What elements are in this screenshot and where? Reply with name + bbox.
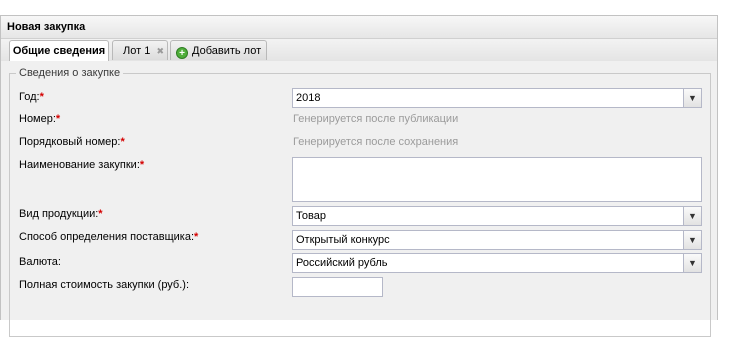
year-label: Год:* — [19, 91, 44, 103]
fieldset-legend: Сведения о закупке — [19, 67, 121, 79]
tab-add-lot-label: Добавить лот — [192, 45, 262, 57]
number-label: Номер:* — [19, 113, 61, 125]
tab-lot-1-label: Лот 1 — [123, 45, 151, 57]
required-mark: * — [194, 231, 199, 243]
currency-value: Российский рубль — [296, 257, 388, 269]
product-type-value: Товар — [296, 210, 326, 222]
total-cost-input[interactable] — [292, 277, 383, 297]
required-mark: * — [139, 159, 145, 171]
required-mark: * — [120, 136, 125, 148]
number-hint: Генерируется после публикации — [293, 113, 459, 125]
close-icon[interactable]: ✖ — [156, 41, 164, 61]
name-label: Наименование закупки:* — [19, 159, 145, 171]
seq-number-hint: Генерируется после сохранения — [293, 136, 459, 148]
total-cost-label: Полная стоимость закупки (руб.): — [19, 279, 190, 291]
tab-bar: Общие сведения Лот 1 ✖ + Добавить лот — [1, 39, 717, 62]
supplier-method-select[interactable]: Открытый конкурс ▼ — [292, 230, 702, 250]
required-mark: * — [98, 208, 103, 220]
required-mark: * — [39, 91, 44, 103]
chevron-down-icon[interactable]: ▼ — [683, 254, 701, 272]
panel-title: Новая закупка — [1, 16, 717, 39]
required-mark: * — [55, 113, 61, 125]
currency-select[interactable]: Российский рубль ▼ — [292, 253, 702, 273]
product-type-label: Вид продукции:* — [19, 208, 103, 220]
year-value: 2018 — [296, 92, 321, 104]
tab-general[interactable]: Общие сведения — [9, 40, 109, 62]
currency-label: Валюта: — [19, 256, 61, 268]
tab-general-label: Общие сведения — [12, 45, 106, 57]
method-value: Открытый конкурс — [296, 234, 390, 246]
method-label: Способ определения поставщика:* — [19, 231, 199, 243]
add-icon: + — [176, 47, 188, 59]
product-type-select[interactable]: Товар ▼ — [292, 206, 702, 226]
chevron-down-icon[interactable]: ▼ — [683, 207, 701, 225]
tab-add-lot[interactable]: + Добавить лот — [170, 40, 267, 60]
tab-lot-1[interactable]: Лот 1 ✖ — [112, 40, 168, 60]
seq-number-label: Порядковый номер:* — [19, 136, 125, 148]
purchase-name-textarea[interactable] — [292, 157, 702, 202]
chevron-down-icon[interactable]: ▼ — [683, 89, 701, 107]
chevron-down-icon[interactable]: ▼ — [683, 231, 701, 249]
year-select[interactable]: 2018 ▼ — [292, 88, 702, 108]
